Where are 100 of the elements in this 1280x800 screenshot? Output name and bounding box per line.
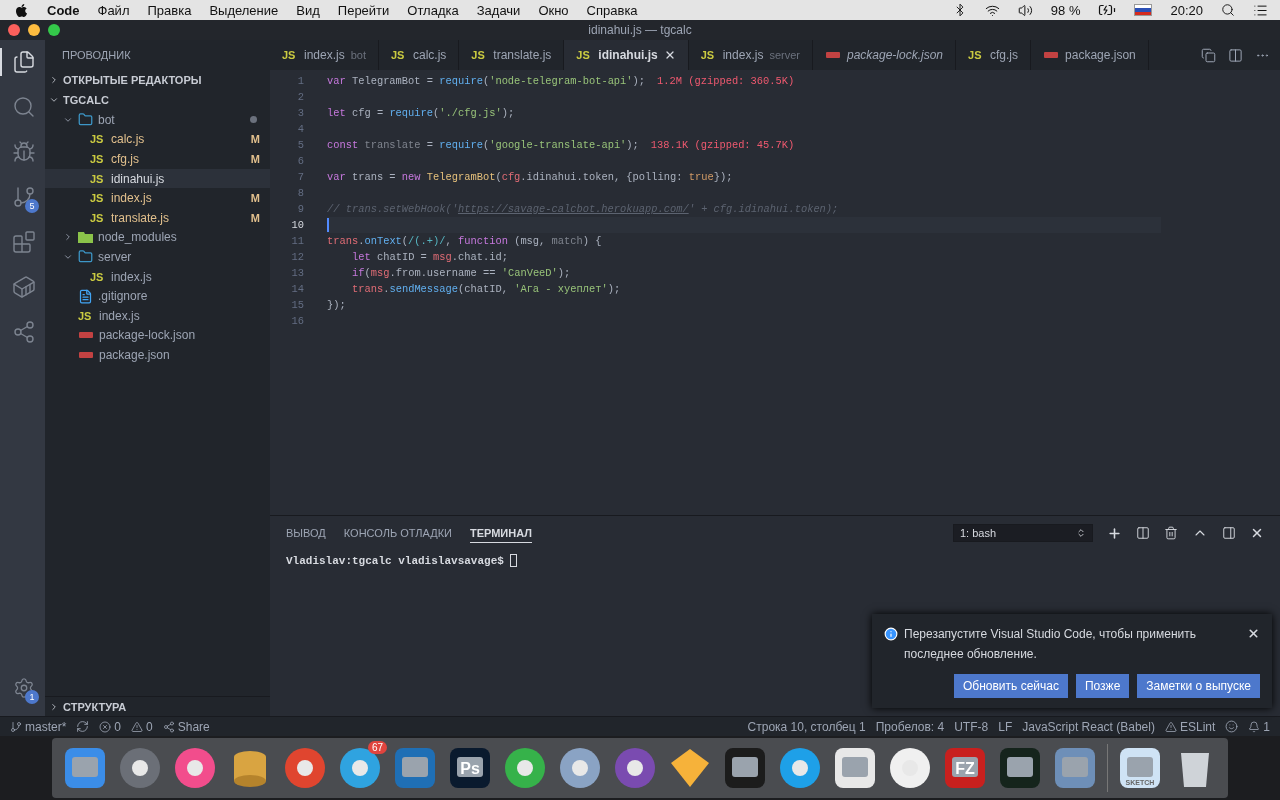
- activity-tab[interactable]: 5: [0, 183, 45, 211]
- status-text[interactable]: Share: [177, 719, 210, 734]
- volume-icon[interactable]: [1017, 2, 1033, 18]
- apple-icon[interactable]: [14, 2, 29, 18]
- flag-icon[interactable]: [1134, 4, 1153, 16]
- editor-tab[interactable]: JS index.js server: [688, 40, 813, 70]
- menu-item[interactable]: Вид: [296, 2, 320, 18]
- editor-tab[interactable]: package.json: [1031, 40, 1149, 70]
- close-icon[interactable]: [1247, 627, 1260, 640]
- status-text[interactable]: Строка 10, столбец 1: [747, 719, 866, 734]
- terminal-select[interactable]: 1: bash: [953, 524, 1093, 542]
- minimize-button[interactable]: [28, 24, 40, 36]
- menu-item[interactable]: Перейти: [337, 2, 390, 18]
- wifi-icon[interactable]: [984, 2, 1000, 18]
- panel-tab[interactable]: ВЫВОД: [286, 523, 326, 543]
- panel-icon[interactable]: [1222, 526, 1236, 540]
- dock-app-icon[interactable]: [997, 745, 1043, 791]
- code-line: });: [327, 299, 346, 311]
- dock-app-icon[interactable]: [777, 745, 823, 791]
- dock-app-icon[interactable]: [337, 745, 383, 791]
- dock-app-icon[interactable]: [832, 745, 878, 791]
- tree-item[interactable]: package.json: [45, 345, 270, 365]
- status-text[interactable]: JavaScript React (Babel): [1022, 719, 1155, 734]
- tree-item[interactable]: JS index.js: [45, 305, 270, 326]
- tree-item[interactable]: JS index.js M: [45, 188, 270, 208]
- app-menu[interactable]: Code: [47, 2, 80, 18]
- dock-app-icon[interactable]: [557, 745, 603, 791]
- section-header[interactable]: ОТКРЫТЫЕ РЕДАКТОРЫ: [45, 70, 270, 90]
- settings-icon[interactable]: [12, 677, 35, 699]
- split-icon[interactable]: [1136, 526, 1150, 540]
- tree-item[interactable]: JS cfg.js M: [45, 149, 270, 169]
- zoom-button[interactable]: [48, 24, 60, 36]
- status-text[interactable]: Пробелов: 4: [875, 719, 945, 734]
- tree-item[interactable]: server: [45, 247, 270, 267]
- menu-item[interactable]: Правка: [147, 2, 192, 18]
- branch-icon: [11, 185, 36, 209]
- list-icon[interactable]: [1253, 2, 1268, 18]
- status-text[interactable]: 1: [1263, 719, 1270, 734]
- dock-app-icon[interactable]: [392, 745, 438, 791]
- bug-icon: [11, 140, 36, 164]
- dock-app-icon[interactable]: [62, 745, 108, 791]
- close-icon[interactable]: [1250, 526, 1264, 540]
- line-number: 5: [296, 139, 304, 151]
- tree-item[interactable]: .gitignore: [45, 286, 270, 306]
- dock-app-icon[interactable]: [172, 745, 218, 791]
- menu-item[interactable]: Файл: [97, 2, 130, 18]
- menu-item[interactable]: Окно: [538, 2, 569, 18]
- dock-app-icon[interactable]: [117, 745, 163, 791]
- dock-app-icon[interactable]: [1052, 745, 1098, 791]
- panel-tab[interactable]: ТЕРМИНАЛ: [469, 523, 532, 543]
- trash-icon[interactable]: [1164, 526, 1178, 540]
- sync-icon[interactable]: [76, 720, 90, 733]
- dock-app-icon[interactable]: [887, 745, 933, 791]
- menu-item[interactable]: Справка: [586, 2, 638, 18]
- collapsed-caret-icon: [49, 701, 59, 712]
- compare-icon[interactable]: [1201, 47, 1216, 63]
- dock-app-icon[interactable]: [502, 745, 548, 791]
- folder-icon: [78, 249, 93, 265]
- dock-app-icon[interactable]: [612, 745, 658, 791]
- status-text[interactable]: UTF-8: [954, 719, 989, 734]
- count-badge: 1: [25, 690, 39, 704]
- panel-tab[interactable]: КОНСОЛЬ ОТЛАДКИ: [343, 523, 452, 543]
- search-icon[interactable]: [1221, 3, 1235, 17]
- line-number: 12: [290, 251, 304, 263]
- tree-item[interactable]: JS index.js: [45, 266, 270, 287]
- plus-icon[interactable]: [1107, 525, 1122, 541]
- notification-button[interactable]: Обновить сейчас: [953, 674, 1068, 698]
- split-icon[interactable]: [1228, 47, 1243, 63]
- editor-tab[interactable]: JS idinahui.js: [564, 40, 689, 70]
- status-text[interactable]: master*: [25, 719, 67, 734]
- tree-item[interactable]: node_modules: [45, 227, 270, 248]
- tree-item[interactable]: package-lock.json: [45, 325, 270, 346]
- line-number: 14: [290, 283, 304, 295]
- file-icon: [78, 288, 93, 304]
- menu-item[interactable]: Выделение: [209, 2, 279, 18]
- menu-item[interactable]: Отладка: [407, 2, 459, 18]
- clock[interactable]: 20:20: [1170, 2, 1203, 18]
- editor-tab[interactable]: JS cfg.js: [956, 40, 1032, 70]
- section-label: TGCALC: [63, 94, 109, 106]
- editor-tab[interactable]: JS index.js bot: [270, 40, 379, 70]
- tree-item[interactable]: JS calc.js M: [45, 129, 270, 150]
- tree-item[interactable]: JS idinahui.js: [45, 168, 270, 189]
- smiley-icon[interactable]: [1225, 720, 1239, 733]
- dock-app-icon[interactable]: [282, 745, 328, 791]
- sidebar-title: ПРОВОДНИК: [61, 48, 132, 63]
- close-button[interactable]: [8, 24, 20, 36]
- editor-tab[interactable]: JS calc.js: [379, 40, 460, 70]
- status-text[interactable]: 0: [146, 719, 153, 734]
- tree-item[interactable]: JS translate.js M: [45, 207, 270, 228]
- status-text[interactable]: LF: [998, 719, 1013, 734]
- section-header[interactable]: TGCALC: [45, 90, 270, 110]
- notification-button[interactable]: Позже: [1075, 674, 1130, 698]
- tree-item[interactable]: bot: [45, 110, 270, 130]
- dock-app-icon[interactable]: [722, 745, 768, 791]
- notification-button[interactable]: Заметки о выпуске: [1137, 674, 1260, 698]
- status-text[interactable]: ESLint: [1179, 719, 1216, 734]
- js-file-icon: JS: [700, 49, 717, 61]
- editor-tab[interactable]: package-lock.json: [812, 40, 956, 70]
- menu-item[interactable]: Задачи: [476, 2, 521, 18]
- status-text[interactable]: 0: [114, 719, 122, 734]
